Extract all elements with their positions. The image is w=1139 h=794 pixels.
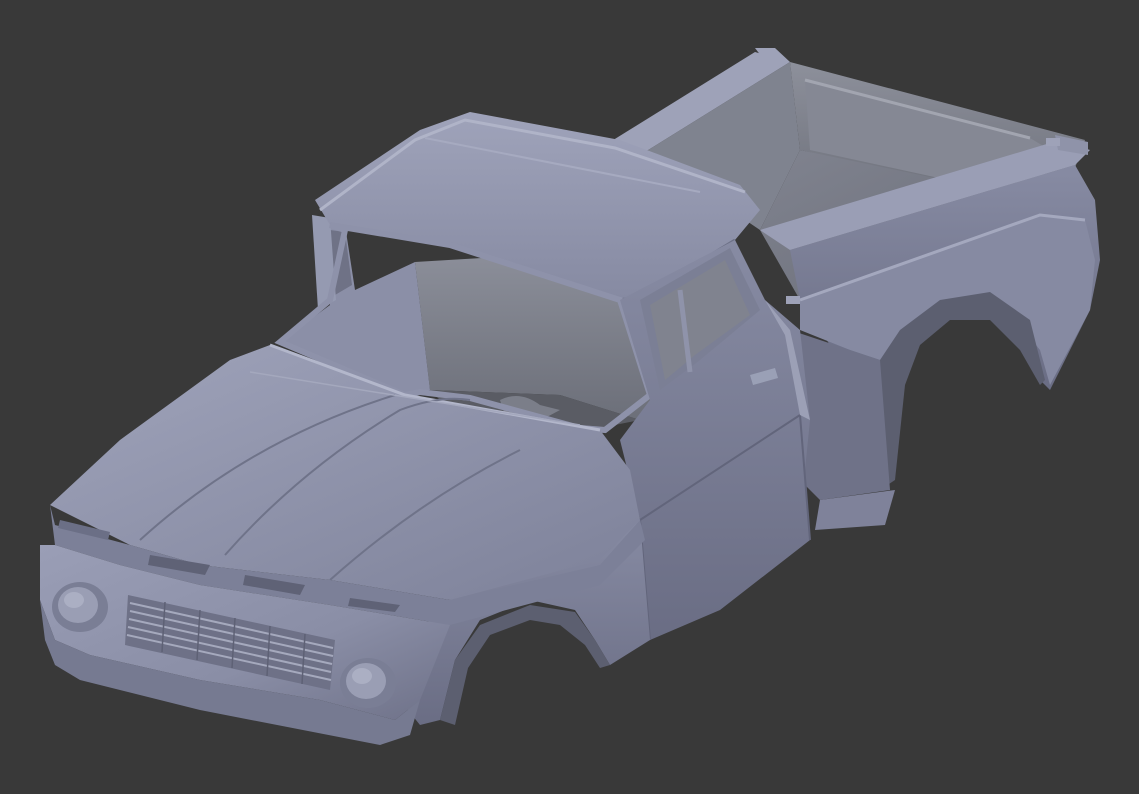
headlight-left xyxy=(52,582,108,632)
truck-model-render[interactable] xyxy=(0,0,1139,794)
stake-pocket xyxy=(786,296,800,304)
headlight-right xyxy=(340,658,396,708)
stake-pocket xyxy=(1046,138,1060,146)
3d-viewport[interactable] xyxy=(0,0,1139,794)
